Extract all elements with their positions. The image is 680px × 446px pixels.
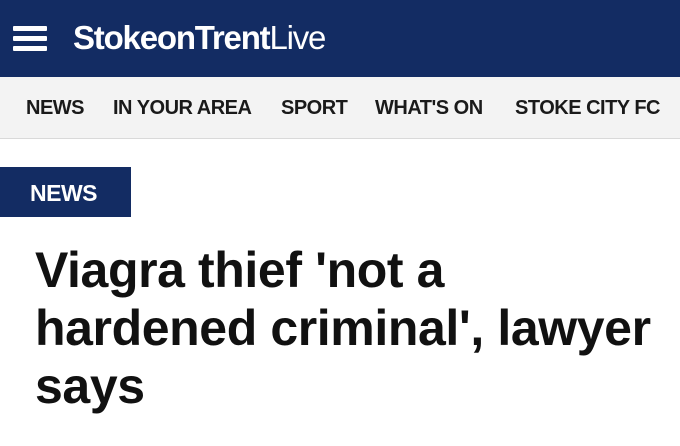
nav-item-news[interactable]: NEWS [26, 77, 85, 138]
hamburger-menu-icon[interactable] [13, 26, 47, 51]
page: StokeonTrentLive NEWS IN YOUR AREA SPORT… [0, 0, 680, 446]
site-header: StokeonTrentLive [0, 0, 680, 77]
nav-item-whats-on[interactable]: WHAT'S ON [375, 77, 483, 138]
nav-item-in-your-area[interactable]: IN YOUR AREA [113, 77, 252, 138]
menu-bar-top [13, 26, 47, 31]
main-nav: NEWS IN YOUR AREA SPORT WHAT'S ON STOKE … [0, 77, 680, 139]
nav-item-sport[interactable]: SPORT [281, 77, 348, 138]
logo-light-text: Live [269, 19, 326, 56]
nav-item-stoke-city-fc[interactable]: STOKE CITY FC [515, 77, 661, 138]
menu-bar-bottom [13, 46, 47, 51]
section-tag-news[interactable]: NEWS [0, 167, 131, 217]
section-tag-label: NEWS [30, 180, 98, 206]
logo-bold-text: StokeonTrent [73, 19, 271, 56]
site-logo[interactable]: StokeonTrentLive [73, 18, 326, 58]
menu-bar-middle [13, 36, 47, 41]
article-headline: Viagra thief 'not a hardened criminal', … [35, 242, 651, 414]
